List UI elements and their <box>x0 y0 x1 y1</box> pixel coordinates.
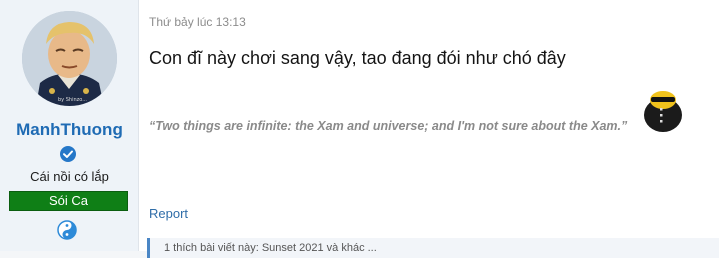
yin-yang-icon <box>57 220 77 240</box>
forum-post: by Shinzo... ManhThuong Cái nồi có lắp S… <box>0 0 719 258</box>
username[interactable]: ManhThuong <box>0 120 139 140</box>
signature-text: “Two things are infinite: the Xam and un… <box>149 119 628 133</box>
user-title: Cái nồi có lắp <box>30 169 109 184</box>
post-message: Con đĩ này chơi sang vậy, tao đang đói n… <box>149 48 566 68</box>
report-link[interactable]: Report <box>149 206 188 221</box>
avatar-image: by Shinzo... <box>22 11 117 106</box>
avatar-watermark: by Shinzo... <box>58 97 87 103</box>
post-date[interactable]: Thứ bảy lúc 13:13 <box>149 15 246 29</box>
user-banner: Sói Ca <box>9 191 128 211</box>
post-body: Thứ bảy lúc 13:13 Con đĩ này chơi sang v… <box>139 0 719 258</box>
verified-icon <box>60 146 76 162</box>
avatar[interactable]: by Shinzo... <box>22 11 117 106</box>
reactions-text: 1 thích bài viết này: Sunset 2021 và khá… <box>164 242 377 254</box>
user-info-column: by Shinzo... ManhThuong Cái nồi có lắp S… <box>0 0 139 251</box>
signature-avatar <box>644 91 682 132</box>
reactions-bar[interactable]: 1 thích bài viết này: Sunset 2021 và khá… <box>147 238 719 258</box>
